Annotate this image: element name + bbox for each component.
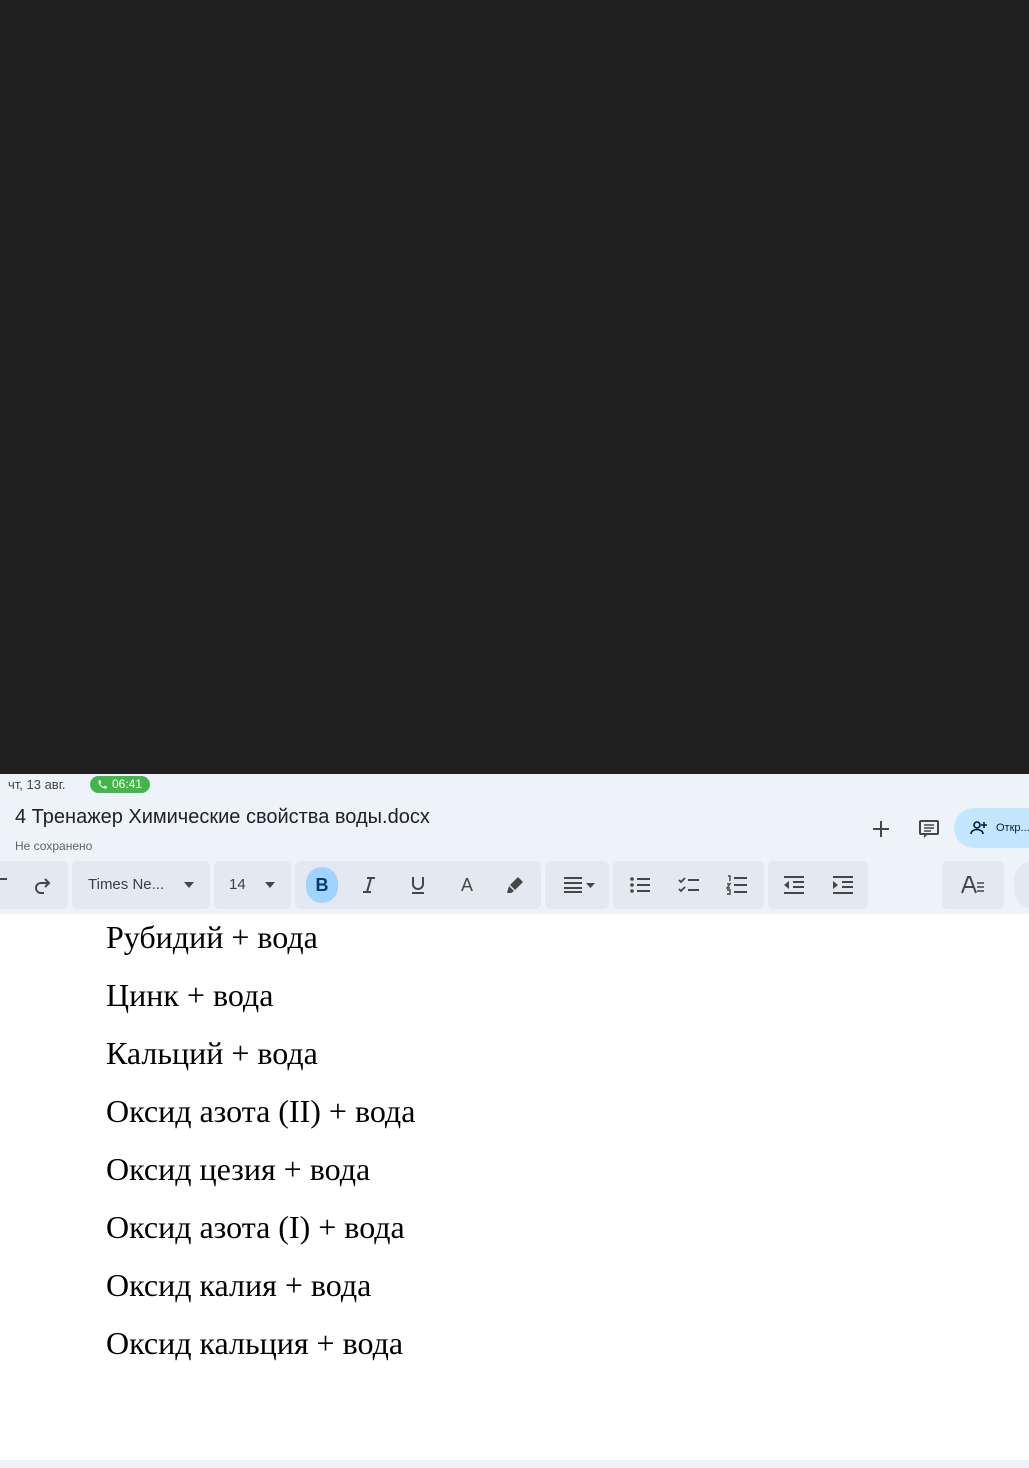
call-time: 06:41	[112, 777, 143, 791]
doc-header: 4 Тренажер Химические свойства воды.docx…	[0, 796, 1029, 860]
decrease-indent-icon	[784, 876, 804, 894]
phone-icon	[98, 780, 107, 789]
text-style-button[interactable]	[958, 868, 988, 902]
status-date: чт, 13 авг.	[8, 777, 66, 792]
add-button[interactable]	[865, 813, 897, 845]
numbered-list-button[interactable]	[724, 868, 750, 902]
formatting-toolbar: Times Ne... 14 B A	[0, 860, 1029, 914]
text-color-button[interactable]: A	[454, 868, 480, 902]
size-group	[214, 861, 291, 909]
numbered-list-icon	[726, 875, 747, 895]
caret-down-icon	[265, 882, 275, 888]
text-format-icon	[961, 876, 984, 894]
align-justify-icon	[564, 877, 595, 893]
italic-icon	[363, 877, 375, 893]
decrease-indent-button[interactable]	[781, 868, 807, 902]
checklist-button[interactable]	[676, 868, 702, 902]
doc-title[interactable]: 4 Тренажер Химические свойства воды.docx	[15, 806, 430, 829]
status-bar: чт, 13 авг. 06:41	[0, 774, 1029, 796]
document-body[interactable]: Рубидий + вода Цинк + вода Кальций + вод…	[0, 914, 1029, 1460]
caret-down-icon	[184, 882, 194, 888]
bullet-list-icon	[630, 877, 650, 893]
comments-button[interactable]	[913, 813, 945, 845]
doc-line[interactable]: Оксид азота (II) + вода	[106, 1093, 415, 1130]
doc-line[interactable]: Кальций + вода	[106, 1035, 318, 1072]
highlight-button[interactable]	[502, 868, 528, 902]
doc-line[interactable]: Оксид азота (I) + вода	[106, 1209, 405, 1246]
highlighter-icon	[507, 877, 523, 893]
plus-icon	[873, 821, 889, 837]
underline-button[interactable]	[405, 868, 431, 902]
bottom-bar	[0, 1460, 1029, 1468]
font-size-select[interactable]: 14	[229, 876, 246, 893]
blank-dark-area	[0, 0, 1029, 774]
font-name-select[interactable]: Times Ne...	[88, 876, 164, 893]
share-button[interactable]: Откр...	[954, 808, 1029, 848]
doc-line[interactable]: Оксид цезия + вода	[106, 1151, 370, 1188]
bullet-list-button[interactable]	[627, 868, 653, 902]
undo-icon	[0, 878, 7, 881]
doc-line[interactable]: Оксид калия + вода	[106, 1267, 371, 1304]
increase-indent-icon	[833, 876, 853, 894]
redo-icon	[35, 878, 51, 894]
font-dropdown-button[interactable]	[181, 868, 197, 902]
checklist-icon	[678, 877, 699, 893]
undo-button[interactable]	[0, 868, 10, 902]
more-options-button[interactable]	[1014, 861, 1029, 909]
increase-indent-button[interactable]	[830, 868, 856, 902]
underline-icon	[412, 877, 424, 894]
doc-line[interactable]: Оксид кальция + вода	[106, 1325, 403, 1362]
redo-button[interactable]	[30, 868, 56, 902]
share-label: Откр...	[996, 822, 1029, 834]
add-person-icon	[970, 821, 987, 835]
size-dropdown-button[interactable]	[262, 868, 278, 902]
bold-button[interactable]: B	[306, 867, 338, 903]
align-button[interactable]	[560, 868, 598, 902]
doc-line[interactable]: Цинк + вода	[106, 977, 273, 1014]
italic-button[interactable]	[356, 868, 382, 902]
doc-line[interactable]: Рубидий + вода	[106, 919, 318, 956]
save-status: Не сохранено	[15, 839, 93, 853]
call-badge[interactable]: 06:41	[90, 776, 151, 793]
comment-icon	[919, 820, 939, 838]
